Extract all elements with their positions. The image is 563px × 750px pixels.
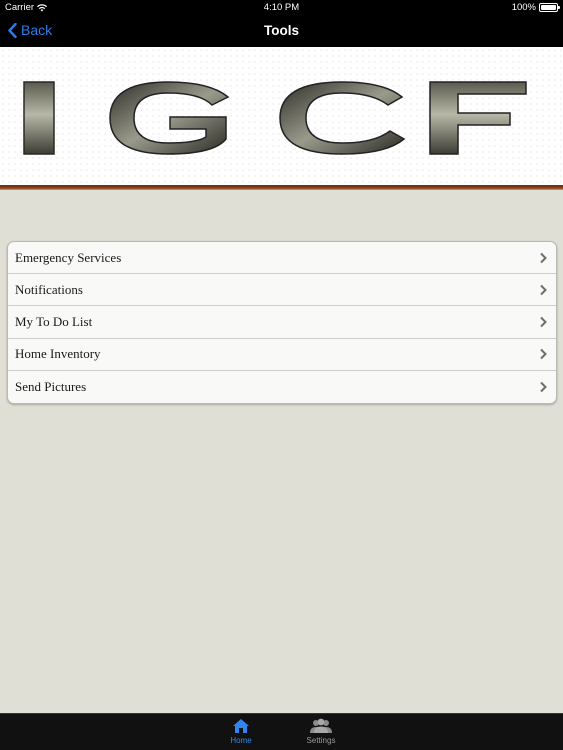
list-item-label: Notifications [15, 281, 83, 297]
chevron-right-icon [540, 348, 547, 360]
list-item-label: Home Inventory [15, 346, 101, 362]
list-item-emergency-services[interactable]: Emergency Services [8, 242, 556, 275]
battery-area: 100% [511, 2, 560, 13]
igcf-logo [23, 81, 527, 155]
list-item-send-pictures[interactable]: Send Pictures [8, 371, 556, 403]
people-icon [310, 718, 332, 733]
status-bar: Carrier 4:10 PM 100% [0, 0, 563, 16]
chevron-right-icon [540, 284, 547, 295]
tab-bar: Home Settings [0, 713, 563, 750]
chevron-right-icon [540, 252, 547, 263]
tab-settings[interactable]: Settings [291, 718, 351, 745]
list-item-my-to-do-list[interactable]: My To Do List [8, 306, 556, 339]
tab-settings-label: Settings [306, 736, 336, 745]
list-item-label: My To Do List [15, 313, 93, 329]
battery-percent: 100% [511, 2, 536, 13]
tools-list: Emergency Services Notifications My To D… [7, 241, 557, 404]
chevron-right-icon [540, 316, 547, 328]
navigation-bar: Back Tools [0, 16, 563, 47]
page-title: Tools [264, 23, 299, 38]
chevron-right-icon [540, 381, 547, 393]
home-icon [233, 719, 249, 733]
tab-home-label: Home [230, 736, 252, 745]
battery-icon [539, 3, 560, 12]
header-banner [0, 47, 563, 186]
status-time: 4:10 PM [263, 2, 300, 13]
list-item-label: Send Pictures [15, 378, 87, 394]
list-item-label: Emergency Services [15, 249, 122, 265]
banner-divider [0, 185, 563, 190]
list-item-notifications[interactable]: Notifications [8, 274, 556, 307]
tab-home[interactable]: Home [211, 718, 271, 745]
list-item-home-inventory[interactable]: Home Inventory [8, 339, 556, 371]
